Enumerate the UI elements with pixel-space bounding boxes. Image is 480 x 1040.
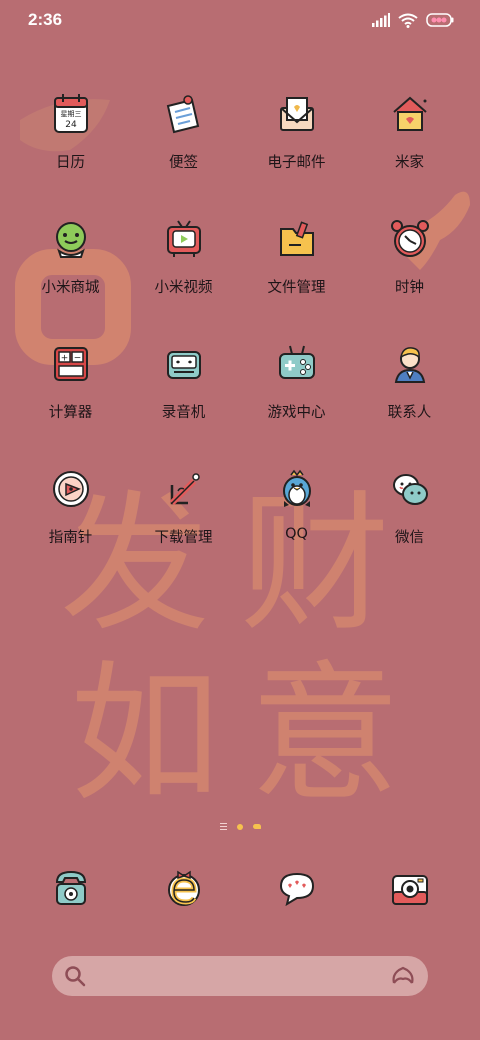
folder-icon bbox=[279, 221, 314, 256]
app-calculator[interactable]: + − 计算器 bbox=[14, 340, 127, 426]
phone-icon bbox=[55, 870, 86, 905]
video-icon bbox=[166, 220, 201, 257]
wifi-icon bbox=[398, 13, 418, 28]
app-label: 便签 bbox=[169, 155, 198, 171]
app-downloads[interactable]: 下载管理 bbox=[127, 465, 240, 551]
app-label: 日历 bbox=[56, 155, 85, 171]
calculator-icon: + − bbox=[53, 347, 88, 381]
app-label: QQ bbox=[285, 526, 308, 542]
camera-icon bbox=[391, 875, 428, 905]
app-label: 录音机 bbox=[161, 405, 206, 421]
messages-icon bbox=[279, 872, 314, 907]
compass-icon bbox=[52, 471, 89, 507]
app-label: 时钟 bbox=[395, 280, 424, 296]
calendar-icon: 星期三 24 bbox=[53, 94, 88, 133]
svg-text:−: − bbox=[73, 354, 81, 364]
browser-icon bbox=[167, 870, 200, 906]
download-icon bbox=[169, 473, 200, 506]
email-icon bbox=[279, 97, 314, 131]
home-page-indicator bbox=[219, 823, 227, 830]
app-label: 电子邮件 bbox=[267, 155, 326, 171]
signal-icon bbox=[372, 13, 390, 27]
app-label: 下载管理 bbox=[154, 530, 213, 546]
dock-messages[interactable] bbox=[240, 864, 353, 920]
page-indicator[interactable] bbox=[0, 823, 480, 830]
battery-icon bbox=[426, 13, 454, 27]
app-label: 小米商城 bbox=[41, 280, 100, 296]
status-time: 2:36 bbox=[28, 10, 63, 29]
app-clock[interactable]: 时钟 bbox=[353, 215, 466, 301]
calendar-weekday: 星期三 bbox=[60, 110, 81, 118]
app-recorder[interactable]: 录音机 bbox=[127, 340, 240, 426]
assistant-icon[interactable] bbox=[390, 965, 416, 987]
search-icon bbox=[65, 966, 86, 987]
app-compass[interactable]: 指南针 bbox=[14, 465, 127, 551]
app-game-center[interactable]: 游戏中心 bbox=[240, 340, 353, 426]
app-label: 米家 bbox=[395, 155, 424, 171]
app-label: 微信 bbox=[395, 530, 424, 546]
dock-phone[interactable] bbox=[14, 864, 127, 920]
dock-camera[interactable] bbox=[353, 864, 466, 920]
mall-icon bbox=[55, 222, 86, 258]
status-bar: 2:36 bbox=[0, 0, 480, 40]
search-bar[interactable] bbox=[52, 956, 428, 996]
calligraphy-line-2: 如意 bbox=[70, 648, 431, 822]
notes-icon bbox=[166, 95, 199, 134]
app-label: 联系人 bbox=[387, 405, 432, 421]
dock-browser[interactable] bbox=[127, 864, 240, 920]
wechat-icon bbox=[392, 474, 428, 505]
app-label: 指南针 bbox=[48, 530, 93, 546]
svg-text:+: + bbox=[60, 354, 68, 364]
calendar-day: 24 bbox=[65, 120, 77, 130]
app-wechat[interactable]: 微信 bbox=[353, 465, 466, 551]
page-dot-current bbox=[236, 823, 243, 830]
app-qq[interactable]: QQ bbox=[240, 465, 353, 551]
app-label: 计算器 bbox=[48, 405, 93, 421]
status-icons bbox=[372, 13, 454, 28]
home-icon bbox=[392, 96, 427, 131]
clock-icon bbox=[390, 220, 429, 257]
app-calendar[interactable]: 星期三 24 日历 bbox=[14, 90, 127, 176]
game-icon bbox=[278, 345, 315, 379]
app-label: 文件管理 bbox=[267, 280, 326, 296]
page-dot bbox=[252, 824, 261, 829]
recorder-icon bbox=[166, 351, 201, 379]
app-mall[interactable]: 小米商城 bbox=[14, 215, 127, 301]
contacts-icon bbox=[394, 347, 425, 383]
app-email[interactable]: 电子邮件 bbox=[240, 90, 353, 176]
app-grid: 星期三 24 日历 便签 电子邮件 米家 小米商城 小米视频 文件管理 时钟 +… bbox=[14, 90, 466, 551]
dock bbox=[14, 864, 466, 920]
app-files[interactable]: 文件管理 bbox=[240, 215, 353, 301]
app-mijia[interactable]: 米家 bbox=[353, 90, 466, 176]
qq-icon bbox=[282, 469, 311, 507]
app-label: 小米视频 bbox=[154, 280, 213, 296]
app-label: 游戏中心 bbox=[267, 405, 326, 421]
app-contacts[interactable]: 联系人 bbox=[353, 340, 466, 426]
app-notes[interactable]: 便签 bbox=[127, 90, 240, 176]
app-video[interactable]: 小米视频 bbox=[127, 215, 240, 301]
